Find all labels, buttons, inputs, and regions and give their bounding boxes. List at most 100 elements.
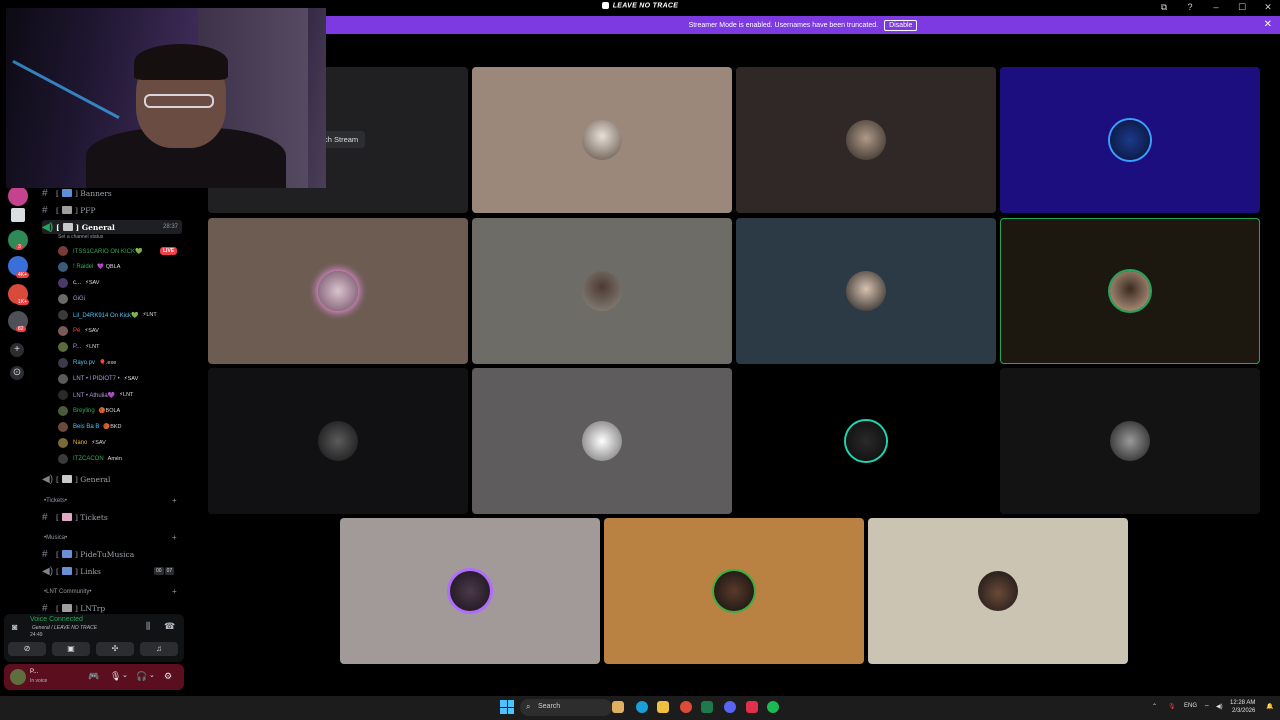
voice-user[interactable]: Pé ⚡SAV (58, 324, 99, 338)
channel-lntrp[interactable]: #[] LNTrp (42, 601, 105, 615)
participant-tile[interactable] (1000, 67, 1260, 213)
maximize-button[interactable]: ☐ (1236, 2, 1248, 13)
channel-general-voice-active[interactable]: ◀)[] General 28:37 (42, 220, 182, 234)
participant-tile[interactable] (736, 218, 996, 364)
soundboard-button[interactable]: ♫ (140, 642, 178, 656)
channel-tickets[interactable]: #[] Tickets (42, 510, 108, 524)
channel-links[interactable]: ◀)[] Links (42, 564, 101, 578)
voice-user[interactable]: Lil_D4RK914 On Kick💚 ⚡LNT (58, 308, 157, 322)
activities-button[interactable]: ✣ (96, 642, 134, 656)
participant-tile[interactable] (868, 518, 1128, 664)
voice-user[interactable]: ! Raidel 💜 QBLA (58, 260, 120, 274)
widgets-icon[interactable] (612, 701, 624, 713)
voice-user[interactable]: Breyling 🏀BOLA (58, 404, 120, 418)
help-icon[interactable]: ? (1184, 2, 1196, 13)
voice-user[interactable]: LNT • Athulia💜 ⚡LNT (58, 388, 133, 402)
participant-tile[interactable] (340, 518, 600, 664)
hash-icon: # (42, 511, 48, 523)
participant-tile[interactable] (208, 368, 468, 514)
clock[interactable]: 12:28 AM 2/3/2026 (1230, 699, 1255, 715)
disconnect-icon[interactable]: ☎ (164, 621, 175, 632)
voice-user[interactable]: GiGi (58, 292, 85, 306)
excel-icon[interactable] (701, 701, 713, 713)
screen-share-icon[interactable]: ⧉ (1158, 2, 1170, 13)
add-channel-icon[interactable]: + (172, 533, 177, 542)
file-explorer-icon[interactable] (657, 701, 669, 713)
spotify-icon[interactable] (767, 701, 779, 713)
minimize-button[interactable]: – (1210, 2, 1222, 13)
settings-gear-icon[interactable]: ⚙ (164, 671, 172, 682)
avatar (318, 421, 358, 461)
tray-chevron-icon[interactable]: ⌃ (1152, 703, 1157, 710)
set-channel-status[interactable]: Set a channel status (58, 234, 103, 240)
participant-tile[interactable] (472, 368, 732, 514)
watch-stream-button[interactable]: ch Stream (320, 131, 366, 148)
user-clan-tag: 🏀BOLA (98, 408, 121, 414)
category-lnt-community[interactable]: •LNT Community• (44, 589, 91, 595)
participant-tile[interactable] (736, 368, 996, 514)
voice-user[interactable]: ITSS1CARIO ON KICK💚 (58, 244, 142, 258)
avatar (978, 571, 1018, 611)
category-tickets[interactable]: •Tickets• (44, 498, 67, 504)
mention-badge: 3 (16, 244, 23, 250)
voice-user[interactable]: P... ⚡LNT (58, 340, 100, 354)
participant-tile[interactable] (604, 518, 864, 664)
voice-channel-name[interactable]: General / LEAVE NO TRACE (32, 625, 97, 631)
participant-tile-speaking[interactable] (1000, 218, 1260, 364)
avatar (582, 271, 622, 311)
voice-status[interactable]: Voice Connected (30, 616, 83, 623)
participant-tile[interactable] (208, 218, 468, 364)
app-icon[interactable] (746, 701, 758, 713)
wifi-icon[interactable]: ⌔ (1204, 703, 1210, 711)
noise-suppression-icon[interactable]: ⫼ (146, 621, 150, 632)
voice-user[interactable]: LNT • l PIDIOT7 • ⚡SAV (58, 372, 138, 386)
discover-icon[interactable]: ⊙ (10, 366, 24, 380)
webcam-overlay (6, 8, 326, 188)
channel-banners[interactable]: #[] Banners (42, 186, 112, 200)
participant-tile[interactable] (736, 67, 996, 213)
avatar (58, 374, 68, 384)
participant-tile[interactable] (472, 67, 732, 213)
add-channel-icon[interactable]: + (172, 587, 177, 596)
channel-general-voice[interactable]: ◀)[] General (42, 472, 110, 486)
taskbar-search[interactable]: ⌕ Search (520, 699, 612, 716)
category-musica[interactable]: •Musica• (44, 535, 67, 541)
voice-user[interactable]: Beis Ba B 🏀BKD (58, 420, 122, 434)
chevron-down-icon[interactable]: ⌄ (149, 671, 155, 679)
channel-pfp[interactable]: #[] PFP (42, 203, 96, 217)
voice-user[interactable]: Nano ⚡SAV (58, 436, 106, 450)
windows-start-icon[interactable] (500, 700, 514, 714)
voice-user-name: P... (73, 344, 82, 350)
language-indicator[interactable]: ENG (1184, 703, 1197, 709)
microphone-icon[interactable]: 🎙 (110, 671, 121, 682)
channel-pidetumusica[interactable]: #[] PideTuMusica (42, 547, 134, 561)
voice-user[interactable]: Rayo.pv 🎈.exe (58, 356, 116, 370)
voice-user-name: Rayo.pv (73, 360, 96, 366)
share-screen-button[interactable]: ▣ (52, 642, 90, 656)
voice-user[interactable]: ITZCACON Amén (58, 452, 122, 466)
controller-icon[interactable]: 🎮 (88, 671, 99, 682)
disable-streamer-mode-button[interactable]: Disable (884, 19, 918, 31)
discord-icon[interactable] (724, 701, 736, 713)
mic-tray-icon[interactable]: 🎙 (1168, 703, 1176, 710)
add-channel-icon[interactable]: + (172, 496, 177, 505)
chevron-down-icon[interactable]: ⌄ (122, 671, 128, 679)
headphones-icon[interactable]: 🎧 (136, 671, 147, 682)
edge-icon[interactable] (636, 701, 648, 713)
chrome-icon[interactable] (680, 701, 692, 713)
close-window-button[interactable]: ✕ (1262, 2, 1274, 13)
volume-icon[interactable]: ◀) (1216, 703, 1223, 710)
participant-tile[interactable] (472, 218, 732, 364)
avatar[interactable] (10, 669, 26, 685)
user-clan-tag: ⚡LNT (142, 312, 157, 318)
participant-tile[interactable] (1000, 368, 1260, 514)
channel-emoji-icon (61, 475, 72, 483)
server-icon[interactable] (11, 208, 25, 222)
add-server-icon[interactable]: + (10, 343, 24, 357)
camera-off-button[interactable]: ⊘ (8, 642, 46, 656)
notifications-icon[interactable]: 🔔 (1266, 703, 1273, 710)
voice-user[interactable]: c... ⚡SAV (58, 276, 99, 290)
username[interactable]: P... (30, 669, 38, 675)
close-icon[interactable]: ✕ (1264, 19, 1272, 30)
server-icon[interactable] (8, 186, 28, 206)
